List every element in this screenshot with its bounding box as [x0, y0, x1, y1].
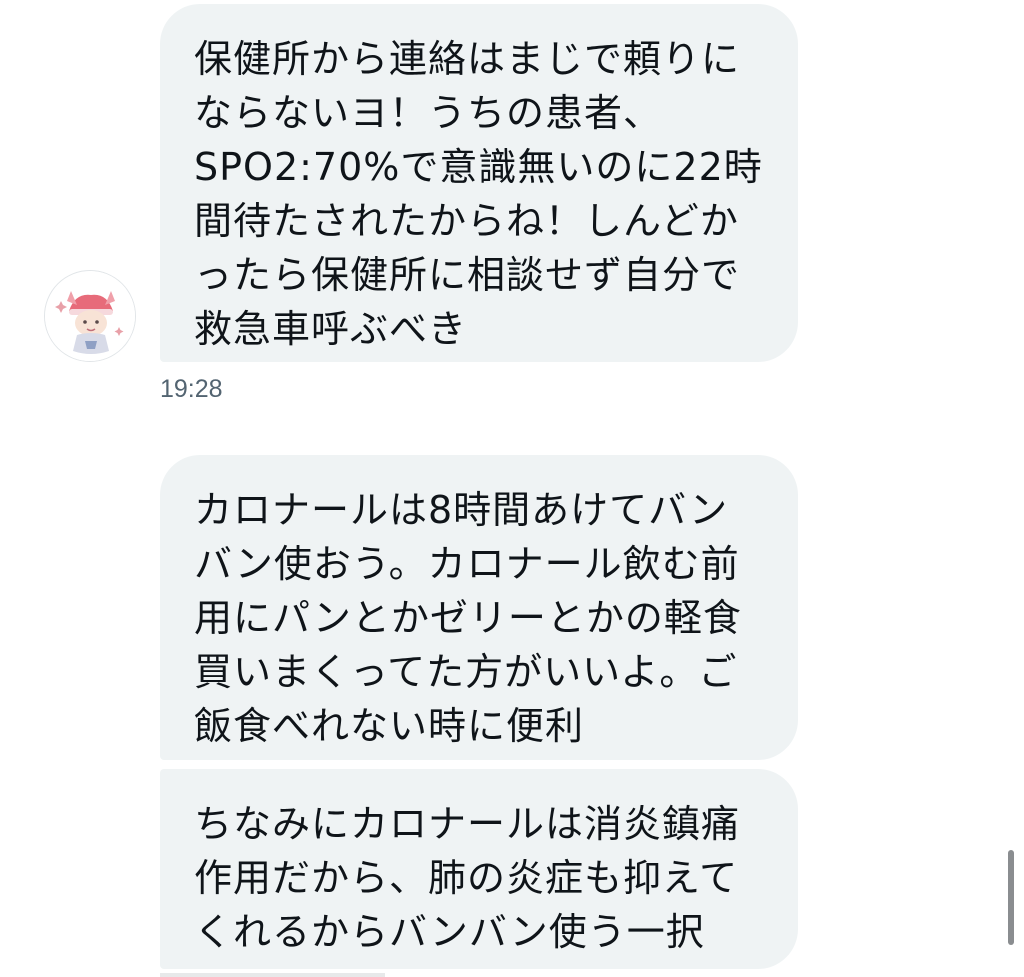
message-line: ならないヨ！うちの患者、	[194, 91, 663, 135]
message-line: バン使おう。カロナール飲む前	[194, 542, 740, 586]
message-line: ったら保健所に相談せず自分で	[194, 253, 741, 297]
message-line: カロナールは8時間あけてバン	[194, 488, 729, 532]
sender-avatar[interactable]	[44, 270, 136, 362]
message-line: 間待たされたからね！しんどか	[194, 199, 739, 243]
message-line: SPO2:70%で意識無いのに22時	[194, 145, 763, 189]
message-bubble[interactable]: 保健所から連絡はまじで頼りに ならないヨ！うちの患者、 SPO2:70%で意識無…	[160, 4, 798, 362]
avatar-illustration-icon	[45, 271, 135, 361]
message-line: 買いまくってた方がいいよ。ご	[194, 650, 738, 694]
message-line: 用にパンとかゼリーとかの軽食	[194, 596, 742, 640]
message-line: 作用だから、肺の炎症も抑えて	[194, 856, 739, 900]
message-line: くれるからバンバン使う一択	[194, 910, 705, 954]
message-bubble[interactable]: カロナールは8時間あけてバン バン使おう。カロナール飲む前 用にパンとかゼリーと…	[160, 455, 798, 760]
message-line: 飯食べれない時に便利	[194, 704, 585, 748]
divider	[160, 973, 385, 977]
dm-conversation: 保健所から連絡はまじで頼りに ならないヨ！うちの患者、 SPO2:70%で意識無…	[0, 0, 1024, 977]
message-line: 保健所から連絡はまじで頼りに	[194, 37, 741, 81]
message-line: 救急車呼ぶべき	[194, 307, 468, 351]
scrollbar-thumb[interactable]	[1008, 850, 1014, 945]
message-bubble[interactable]: ちなみにカロナールは消炎鎮痛 作用だから、肺の炎症も抑えて くれるからバンバン使…	[160, 769, 798, 969]
message-line: ちなみにカロナールは消炎鎮痛	[194, 802, 741, 846]
message-timestamp: 19:28	[160, 375, 223, 403]
